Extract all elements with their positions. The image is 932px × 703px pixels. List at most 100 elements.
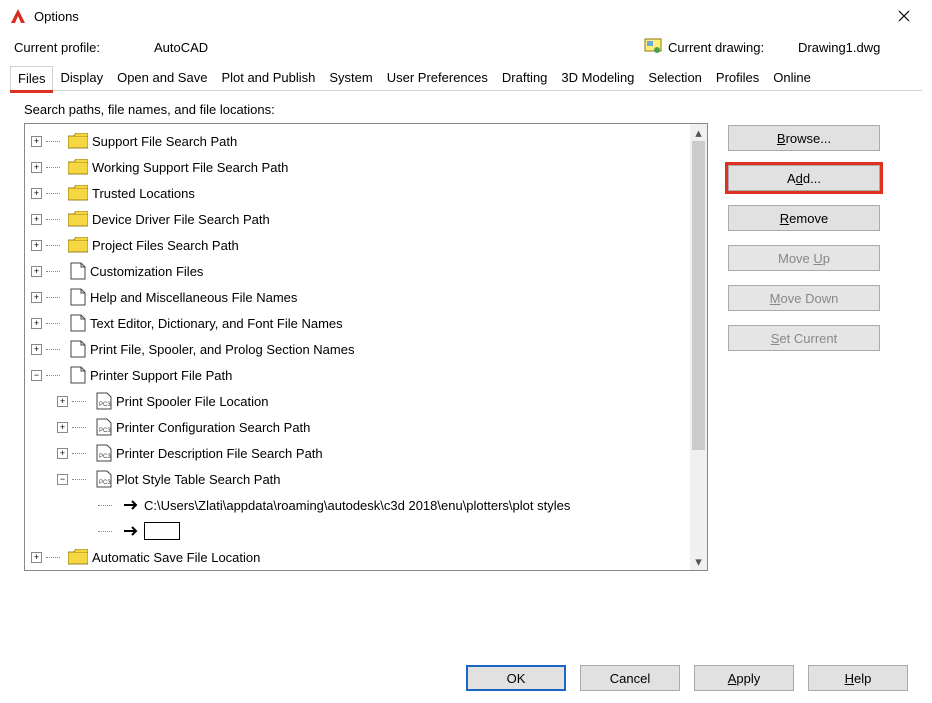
tree-item-desc[interactable]: + PC3 Printer Description File Search Pa… (31, 440, 690, 466)
folder-icon (68, 237, 88, 253)
path-edit-input[interactable] (144, 522, 180, 540)
collapse-icon[interactable]: − (57, 474, 68, 485)
panel-heading: Search paths, file names, and file locat… (24, 102, 908, 117)
window-title: Options (34, 9, 884, 24)
file-pc3-icon: PC3 (96, 418, 112, 436)
expand-icon[interactable]: + (31, 318, 42, 329)
tree-item-autosave[interactable]: + Automatic Save File Location (31, 544, 690, 570)
expand-icon[interactable]: + (57, 396, 68, 407)
add-button[interactable]: Add... (728, 165, 880, 191)
scroll-down-icon[interactable]: ▾ (690, 553, 707, 570)
tab-system[interactable]: System (322, 66, 379, 91)
tree-label: Support File Search Path (92, 134, 237, 149)
tree-label: Project Files Search Path (92, 238, 239, 253)
tab-plot[interactable]: Plot and Publish (214, 66, 322, 91)
tree-label: Trusted Locations (92, 186, 195, 201)
expand-icon[interactable]: + (57, 448, 68, 459)
tab-display[interactable]: Display (53, 66, 110, 91)
current-profile-label: Current profile: (14, 40, 154, 55)
expand-icon[interactable]: + (31, 214, 42, 225)
tree-item-config[interactable]: + PC3 Printer Configuration Search Path (31, 414, 690, 440)
collapse-icon[interactable]: − (31, 370, 42, 381)
folder-icon (68, 549, 88, 565)
tab-online[interactable]: Online (766, 66, 818, 91)
tree-scrollbar[interactable]: ▴ ▾ (690, 124, 707, 570)
tree-item-project[interactable]: + Project Files Search Path (31, 232, 690, 258)
current-drawing-value: Drawing1.dwg (798, 40, 918, 55)
tree-label: Text Editor, Dictionary, and Font File N… (90, 316, 343, 331)
cancel-button[interactable]: Cancel (580, 665, 680, 691)
tab-profiles[interactable]: Profiles (709, 66, 766, 91)
tree-item-spooler[interactable]: + PC3 Print Spooler File Location (31, 388, 690, 414)
tab-files[interactable]: Files (10, 66, 53, 91)
tree-item-help[interactable]: + Help and Miscellaneous File Names (31, 284, 690, 310)
expand-icon[interactable]: + (31, 292, 42, 303)
move-up-button[interactable]: Move Up (728, 245, 880, 271)
tree-item-plot-path[interactable]: C:\Users\Zlati\appdata\roaming\autodesk\… (31, 492, 690, 518)
arrow-icon (122, 524, 140, 538)
tab-3d-modeling[interactable]: 3D Modeling (554, 66, 641, 91)
file-icon (70, 262, 86, 280)
folder-icon (68, 133, 88, 149)
file-pc3-icon: PC3 (96, 444, 112, 462)
expand-icon[interactable]: + (57, 422, 68, 433)
svg-text:PC3: PC3 (99, 454, 111, 460)
expand-icon[interactable]: + (31, 552, 42, 563)
tree-item-trusted[interactable]: + Trusted Locations (31, 180, 690, 206)
tree-item-device[interactable]: + Device Driver File Search Path (31, 206, 690, 232)
tree-label: Printer Support File Path (90, 368, 232, 383)
close-button[interactable] (884, 0, 924, 32)
expand-icon[interactable]: + (31, 266, 42, 277)
folder-icon (68, 159, 88, 175)
file-icon (70, 314, 86, 332)
file-icon (70, 366, 86, 384)
current-profile-value: AutoCAD (154, 40, 354, 55)
scroll-up-icon[interactable]: ▴ (690, 124, 707, 141)
tree-item-plot-style[interactable]: − PC3 Plot Style Table Search Path (31, 466, 690, 492)
ok-button[interactable]: OK (466, 665, 566, 691)
tree-item-dict[interactable]: + Text Editor, Dictionary, and Font File… (31, 310, 690, 336)
file-pc3-icon: PC3 (96, 392, 112, 410)
svg-text:PC3: PC3 (99, 428, 111, 434)
remove-button[interactable]: Remove (728, 205, 880, 231)
expand-icon[interactable]: + (31, 162, 42, 173)
expand-icon[interactable]: + (31, 188, 42, 199)
tree-label: Working Support File Search Path (92, 160, 288, 175)
tree-item-print[interactable]: + Print File, Spooler, and Prolog Sectio… (31, 336, 690, 362)
browse-button[interactable]: Browse... (728, 125, 880, 151)
file-icon (70, 288, 86, 306)
tree-label: Print File, Spooler, and Prolog Section … (90, 342, 354, 357)
tree-label: Automatic Save File Location (92, 550, 260, 565)
tab-selection[interactable]: Selection (641, 66, 708, 91)
tree-item-customization[interactable]: + Customization Files (31, 258, 690, 284)
tree-item-edit-new[interactable] (31, 518, 690, 544)
arrow-icon (122, 498, 140, 512)
tab-open-save[interactable]: Open and Save (110, 66, 214, 91)
tree-label: C:\Users\Zlati\appdata\roaming\autodesk\… (144, 498, 570, 513)
file-tree[interactable]: + Support File Search Path + Working Sup… (24, 123, 708, 571)
file-icon (70, 340, 86, 358)
set-current-button[interactable]: Set Current (728, 325, 880, 351)
file-pc3-icon: PC3 (96, 470, 112, 488)
expand-icon[interactable]: + (31, 136, 42, 147)
tree-label: Printer Description File Search Path (116, 446, 323, 461)
expand-icon[interactable]: + (31, 240, 42, 251)
tab-drafting[interactable]: Drafting (495, 66, 555, 91)
options-tabbar: Files Display Open and Save Plot and Pub… (0, 66, 932, 92)
tree-label: Device Driver File Search Path (92, 212, 270, 227)
apply-button[interactable]: Apply (694, 665, 794, 691)
tree-item-support[interactable]: + Support File Search Path (31, 128, 690, 154)
drawing-icon (644, 38, 662, 56)
tree-label: Help and Miscellaneous File Names (90, 290, 297, 305)
app-logo (8, 6, 28, 26)
expand-icon[interactable]: + (31, 344, 42, 355)
help-button[interactable]: Help (808, 665, 908, 691)
tree-label: Printer Configuration Search Path (116, 420, 310, 435)
scroll-thumb[interactable] (692, 141, 705, 450)
tree-label: Print Spooler File Location (116, 394, 268, 409)
tree-label: Plot Style Table Search Path (116, 472, 281, 487)
tree-item-working[interactable]: + Working Support File Search Path (31, 154, 690, 180)
move-down-button[interactable]: Move Down (728, 285, 880, 311)
tab-user-prefs[interactable]: User Preferences (380, 66, 495, 91)
tree-item-printer[interactable]: − Printer Support File Path (31, 362, 690, 388)
